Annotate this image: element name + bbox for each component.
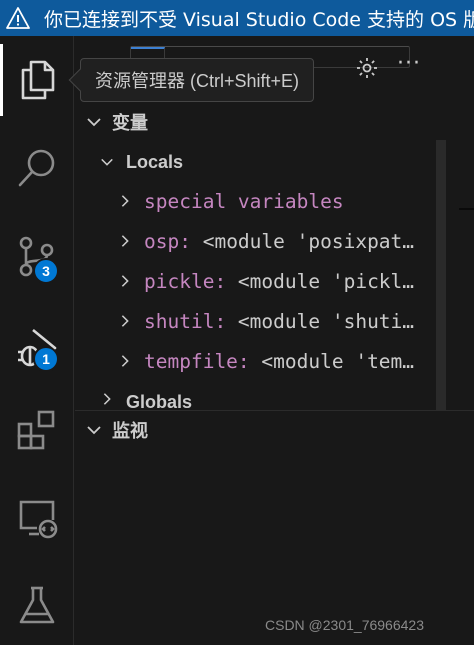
chevron-right-icon — [121, 235, 129, 247]
search-icon — [18, 149, 55, 187]
variable-name: osp: — [144, 229, 191, 253]
watch-section-header[interactable]: 监视 — [75, 412, 474, 448]
variable-name: special variables — [144, 189, 344, 213]
search-button[interactable] — [0, 132, 74, 204]
extensions-icon — [17, 410, 55, 450]
run-and-debug-sidebar: ··· 变量 Locals special variables osp: <mo… — [75, 36, 474, 645]
globals-scope-row[interactable]: Globals — [100, 382, 430, 410]
variables-section-header[interactable]: 变量 — [75, 104, 474, 140]
variable-value: <module 'posixpat… — [190, 229, 415, 253]
variables-scrollbar[interactable] — [436, 140, 446, 410]
variable-name: shutil: — [144, 309, 227, 333]
run-debug-badge: 1 — [33, 346, 59, 372]
tooltip-text: 资源管理器 (Ctrl+Shift+E) — [95, 71, 300, 91]
source-control-button[interactable]: 3 — [0, 220, 74, 292]
watermark: CSDN @2301_76966423 — [265, 617, 424, 633]
warning-icon — [6, 7, 30, 29]
section-divider — [75, 410, 474, 411]
flask-icon — [19, 586, 55, 624]
variable-value: <module 'shuti… — [226, 309, 415, 333]
globals-label: Globals — [126, 392, 193, 410]
gear-icon[interactable] — [355, 56, 379, 80]
chevron-right-icon — [121, 355, 129, 367]
variable-row[interactable]: pickle: <module 'pickl… — [118, 261, 436, 301]
remote-explorer-button[interactable] — [0, 482, 74, 554]
chevron-right-icon — [121, 315, 129, 327]
locals-label: Locals — [126, 151, 184, 172]
remote-explorer-icon — [19, 500, 58, 539]
variable-row[interactable]: shutil: <module 'shuti… — [118, 301, 436, 341]
unsupported-os-banner: 你已连接到不受 Visual Studio Code 支持的 OS 版本。 — [0, 0, 474, 36]
run-debug-button[interactable]: 1 — [0, 312, 74, 384]
variable-name: pickle: — [144, 269, 227, 293]
variable-row[interactable]: osp: <module 'posixpat… — [118, 221, 436, 261]
editor-edge — [459, 208, 474, 210]
chevron-right-icon — [121, 275, 129, 287]
files-icon — [21, 60, 55, 100]
explorer-tooltip: 资源管理器 (Ctrl+Shift+E) — [68, 58, 315, 102]
chevron-right-icon — [103, 393, 111, 405]
explorer-button[interactable] — [0, 44, 74, 116]
chevron-down-icon — [87, 118, 101, 127]
variable-name: tempfile: — [144, 349, 250, 373]
variable-row[interactable]: tempfile: <module 'tem… — [118, 341, 436, 381]
variable-value: <module 'pickl… — [226, 269, 415, 293]
variable-row[interactable]: special variables — [118, 181, 436, 221]
banner-text: 你已连接到不受 Visual Studio Code 支持的 OS 版本。 — [44, 8, 474, 31]
source-control-badge: 3 — [33, 258, 59, 284]
active-indicator — [0, 44, 3, 116]
extensions-button[interactable] — [0, 394, 74, 466]
testing-button[interactable] — [0, 570, 74, 642]
variables-title: 变量 — [112, 113, 148, 133]
chevron-right-icon — [121, 195, 129, 207]
watch-title: 监视 — [112, 421, 148, 441]
activity-bar: 3 1 — [0, 36, 74, 645]
chevron-down-icon — [87, 426, 101, 435]
variable-value: <module 'tem… — [249, 349, 415, 373]
locals-scope-row[interactable]: Locals — [100, 142, 430, 182]
more-actions-icon[interactable]: ··· — [397, 53, 423, 80]
chevron-down-icon — [101, 158, 113, 166]
